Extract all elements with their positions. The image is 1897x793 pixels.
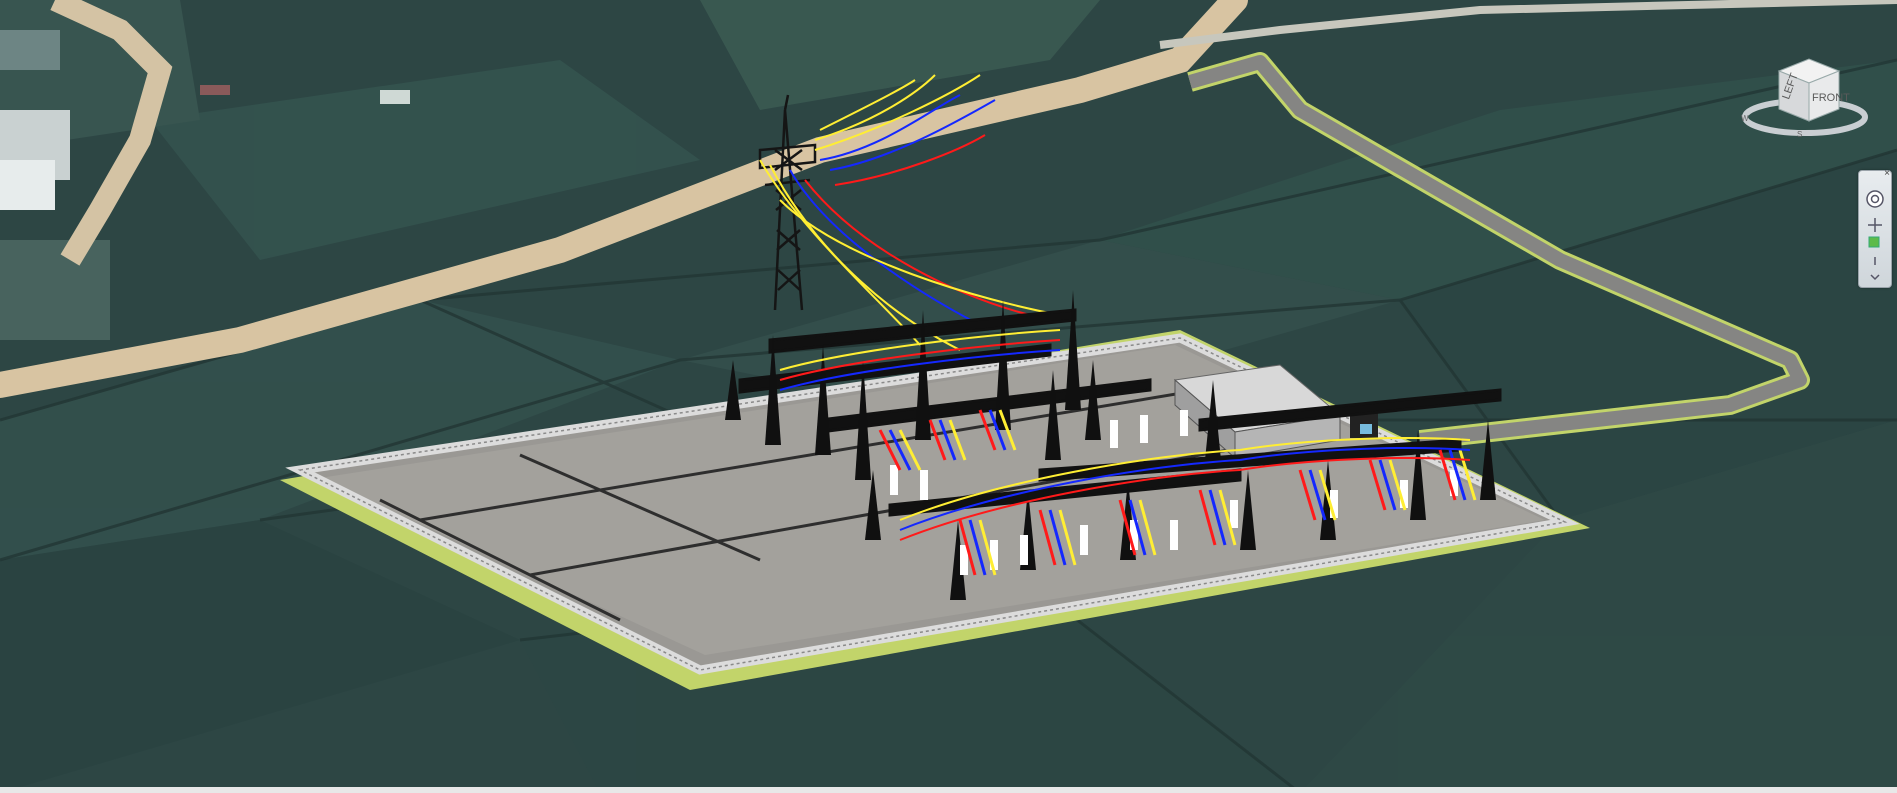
navigation-bar-close-icon[interactable]: × (1884, 169, 1890, 179)
zoom-icon[interactable] (1865, 233, 1885, 253)
more-options-chevron-icon[interactable] (1865, 267, 1885, 287)
status-strip (0, 787, 1897, 793)
viewcube[interactable]: LEFT FRONT S W (1735, 55, 1875, 145)
3d-viewport[interactable]: LEFT FRONT S W × (0, 0, 1897, 793)
scene-canvas[interactable] (0, 0, 1897, 793)
viewcube-front-face-label[interactable]: FRONT (1812, 92, 1850, 104)
viewcube-compass-south: S (1797, 130, 1802, 139)
pan-icon[interactable] (1865, 215, 1885, 235)
viewcube-compass-west: W (1741, 114, 1749, 123)
navigation-bar: × (1858, 169, 1892, 288)
full-navigation-wheel-icon[interactable] (1865, 189, 1885, 209)
